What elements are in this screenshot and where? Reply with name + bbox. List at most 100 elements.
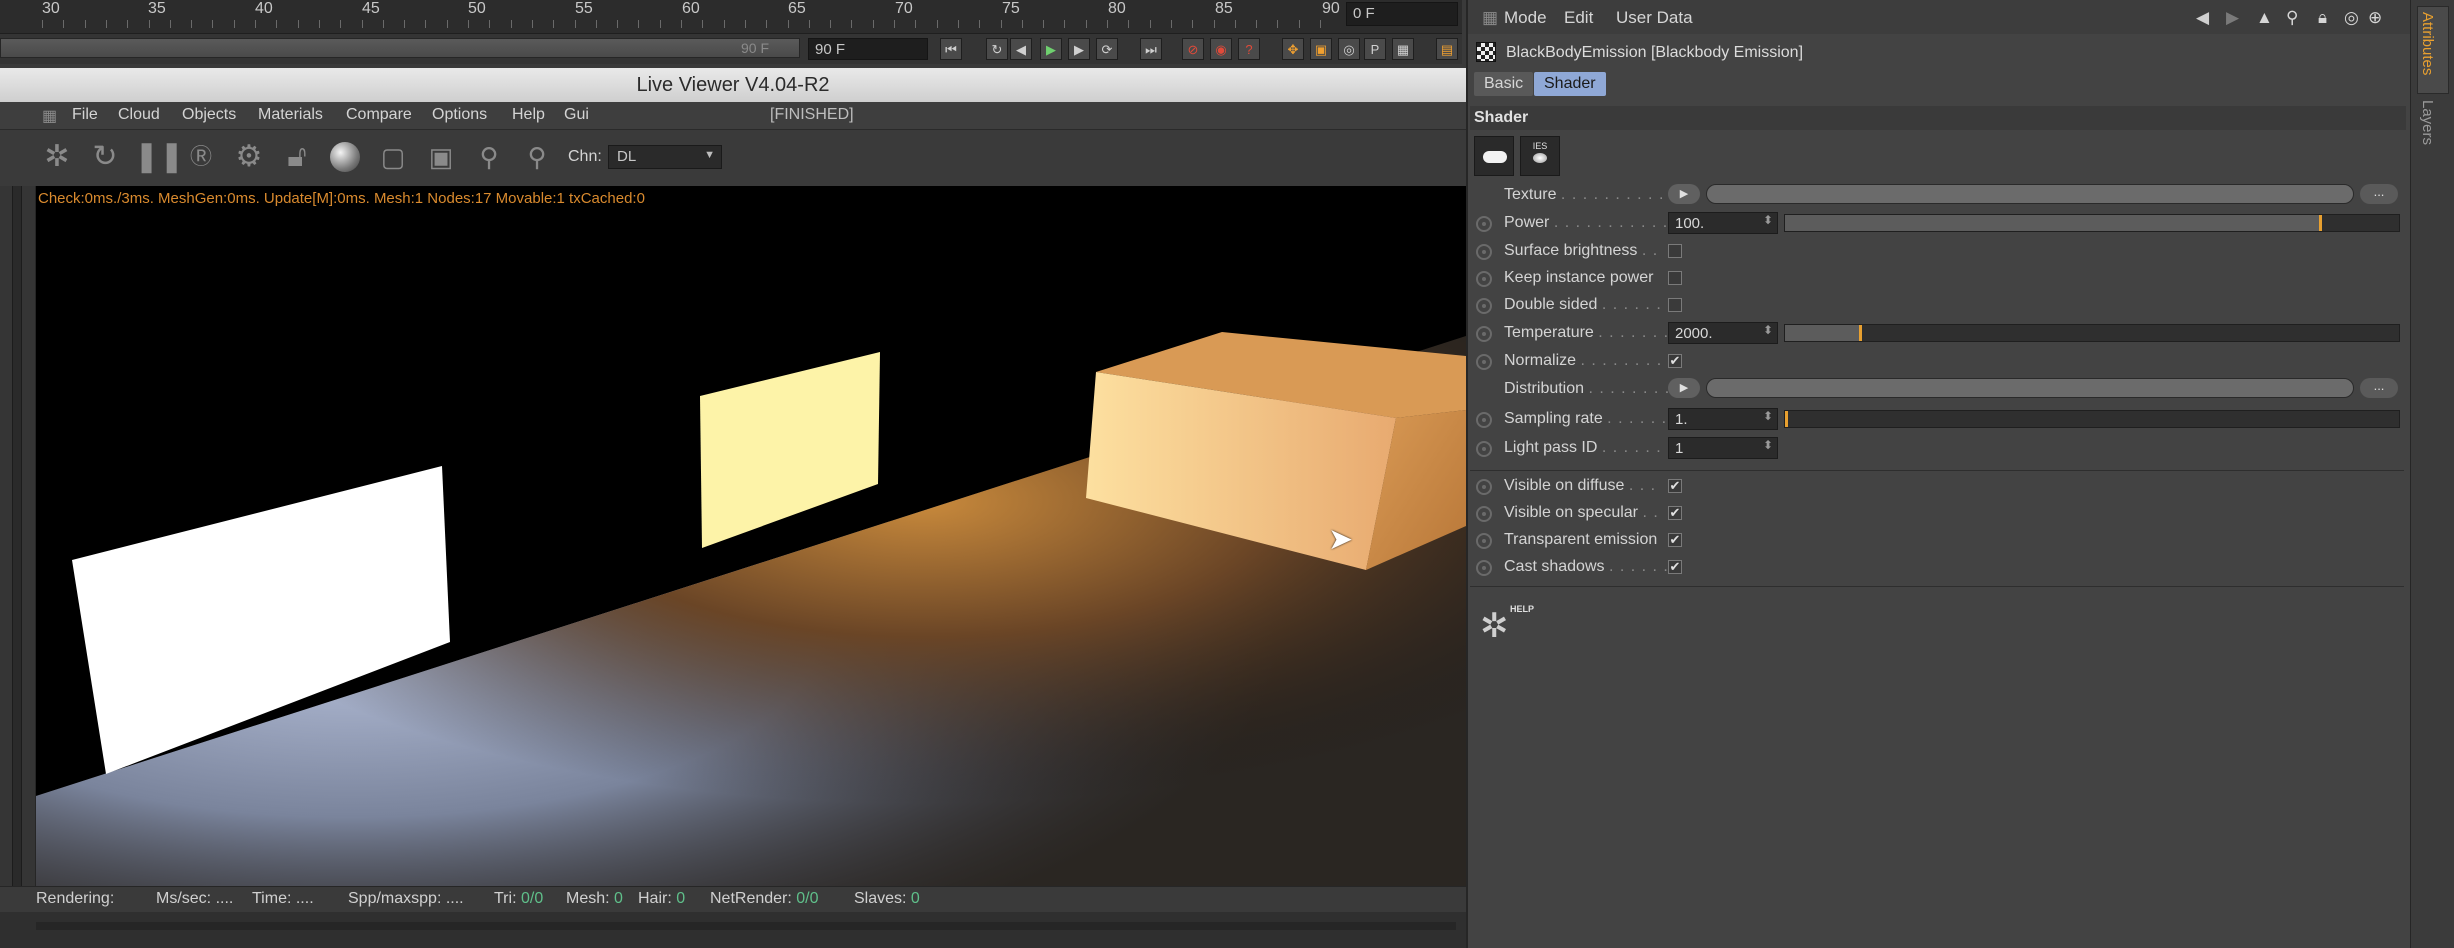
up-arrow-icon[interactable]: ▲ xyxy=(2256,8,2273,28)
keep-instance-power-anim-dot[interactable] xyxy=(1476,271,1492,287)
menu-mode[interactable]: Mode xyxy=(1504,8,1547,28)
menu-cloud[interactable]: Cloud xyxy=(118,106,160,124)
pick-focus-icon[interactable]: ⚲ xyxy=(470,138,508,176)
surface-brightness-anim-dot[interactable] xyxy=(1476,244,1492,260)
visible-diffuse-anim-dot[interactable] xyxy=(1476,479,1492,495)
render-viewport[interactable]: ➤ xyxy=(36,186,1466,886)
lock-icon[interactable]: 🔒︎ xyxy=(2318,8,2327,28)
grip-icon[interactable]: ▦ xyxy=(42,106,57,126)
param-key-icon[interactable]: P xyxy=(1364,38,1386,60)
transparent-emission-checkbox[interactable]: ✔ xyxy=(1668,533,1682,547)
ies-preview-icon[interactable]: IES xyxy=(1520,136,1560,176)
material-sphere-icon[interactable] xyxy=(326,138,364,176)
temperature-anim-dot[interactable] xyxy=(1476,326,1492,342)
normalize-anim-dot[interactable] xyxy=(1476,354,1492,370)
transparent-emission-anim-dot[interactable] xyxy=(1476,533,1492,549)
menu-user-data[interactable]: User Data xyxy=(1616,8,1693,28)
scale-key-icon[interactable]: ▣ xyxy=(1310,38,1332,60)
distribution-link-field[interactable] xyxy=(1706,378,2354,398)
double-sided-checkbox[interactable] xyxy=(1668,298,1682,312)
vertical-scrollbar[interactable] xyxy=(12,170,22,892)
tick-mark xyxy=(318,20,320,28)
record-icon[interactable]: ⊘ xyxy=(1182,38,1204,60)
tick-mark xyxy=(1234,20,1236,28)
menu-gui[interactable]: Gui xyxy=(564,106,589,124)
distribution-arrow-button[interactable]: ▶ xyxy=(1668,378,1700,398)
film-icon[interactable]: ▤ xyxy=(1436,38,1458,60)
next-frame-icon[interactable]: ▶ xyxy=(1068,38,1090,60)
region-render-icon[interactable]: Ⓡ xyxy=(182,138,220,176)
tab-basic[interactable]: Basic xyxy=(1474,72,1534,96)
redo-icon[interactable]: ⟳ xyxy=(1096,38,1118,60)
menu-edit[interactable]: Edit xyxy=(1564,8,1593,28)
light-pass-id-field[interactable]: 1 ⬍ xyxy=(1668,437,1778,459)
side-tab-attributes[interactable]: Attributes xyxy=(2419,12,2436,75)
go-end-icon[interactable]: ⏭ xyxy=(1140,38,1162,60)
grip-icon[interactable]: ▦ xyxy=(1482,8,1498,28)
pause-icon[interactable]: ❚❚ xyxy=(134,138,184,176)
texture-link-field[interactable] xyxy=(1706,184,2354,204)
tab-shader[interactable]: Shader xyxy=(1534,72,1606,96)
visible-diffuse-checkbox[interactable]: ✔ xyxy=(1668,479,1682,493)
film-region-icon[interactable]: ▣ xyxy=(422,138,460,176)
channel-select[interactable]: DL ▼ xyxy=(608,145,722,169)
keep-instance-power-checkbox[interactable] xyxy=(1668,271,1682,285)
temperature-field[interactable]: 2000. ⬍ xyxy=(1668,322,1778,344)
lock-icon[interactable]: 🔓︎ xyxy=(278,138,316,176)
light-pass-anim-dot[interactable] xyxy=(1476,441,1492,457)
texture-arrow-button[interactable]: ▶ xyxy=(1668,184,1700,204)
power-field[interactable]: 100. ⬍ xyxy=(1668,212,1778,234)
sampling-rate-slider[interactable] xyxy=(1784,410,2400,428)
emission-preview-icon[interactable] xyxy=(1474,136,1514,176)
target-icon[interactable]: ◎ xyxy=(2344,8,2359,28)
end-frame-field[interactable]: 90 F xyxy=(808,38,928,60)
search-icon[interactable]: ⚲ xyxy=(2286,8,2298,28)
cast-shadows-checkbox[interactable]: ✔ xyxy=(1668,560,1682,574)
menu-objects[interactable]: Objects xyxy=(182,106,236,124)
move-key-icon[interactable]: ✥ xyxy=(1282,38,1304,60)
new-panel-icon[interactable]: ⊕ xyxy=(2368,8,2382,28)
prev-frame-icon[interactable]: ◀ xyxy=(1010,38,1032,60)
menu-options[interactable]: Options xyxy=(432,106,487,124)
octane-logo-icon[interactable]: ✲ xyxy=(38,138,76,176)
sampling-rate-anim-dot[interactable] xyxy=(1476,412,1492,428)
visible-specular-checkbox[interactable]: ✔ xyxy=(1668,506,1682,520)
settings-gear-icon[interactable]: ⚙ xyxy=(230,138,268,176)
power-slider[interactable] xyxy=(1784,214,2400,232)
menu-file[interactable]: File xyxy=(72,106,98,124)
region-icon[interactable]: ▢ xyxy=(374,138,412,176)
temperature-slider[interactable] xyxy=(1784,324,2400,342)
cast-shadows-anim-dot[interactable] xyxy=(1476,560,1492,576)
menu-help[interactable]: Help xyxy=(512,106,545,124)
side-tab-layers[interactable]: Layers xyxy=(2419,100,2436,145)
play-icon[interactable]: ▶ xyxy=(1040,38,1062,60)
menu-compare[interactable]: Compare xyxy=(346,106,412,124)
distribution-more-button[interactable]: ... xyxy=(2360,378,2398,398)
current-frame-field[interactable]: 0 F xyxy=(1346,2,1458,26)
loop-icon[interactable]: ↻ xyxy=(986,38,1008,60)
texture-more-button[interactable]: ... xyxy=(2360,184,2398,204)
pick-material-icon[interactable]: ⚲ xyxy=(518,138,556,176)
keep-instance-power-label: Keep instance power xyxy=(1504,269,1654,286)
rotate-key-icon[interactable]: ◎ xyxy=(1338,38,1360,60)
tick-mark xyxy=(489,20,491,28)
double-sided-anim-dot[interactable] xyxy=(1476,298,1492,314)
forward-arrow-icon[interactable]: ▶ xyxy=(2226,8,2239,28)
timeline-ruler[interactable]: 30 35 40 45 50 55 60 65 70 75 80 85 90 0… xyxy=(0,0,1462,34)
keyframe-icon[interactable]: ? xyxy=(1238,38,1260,60)
power-anim-dot[interactable] xyxy=(1476,216,1492,232)
surface-brightness-checkbox[interactable] xyxy=(1668,244,1682,258)
menu-materials[interactable]: Materials xyxy=(258,106,323,124)
go-start-icon[interactable]: ⏮ xyxy=(940,38,962,60)
back-arrow-icon[interactable]: ◀ xyxy=(2196,8,2209,28)
tick-mark xyxy=(1128,20,1130,28)
frame-range-track[interactable]: 90 F xyxy=(0,38,800,58)
restart-icon[interactable]: ↻ xyxy=(86,138,124,176)
grid-key-icon[interactable]: ▦ xyxy=(1392,38,1414,60)
visible-specular-anim-dot[interactable] xyxy=(1476,506,1492,522)
horizontal-scrollbar[interactable] xyxy=(36,922,1456,930)
sampling-rate-field[interactable]: 1. ⬍ xyxy=(1668,408,1778,430)
tick-mark xyxy=(1277,20,1279,28)
autokey-icon[interactable]: ◉ xyxy=(1210,38,1232,60)
normalize-checkbox[interactable]: ✔ xyxy=(1668,354,1682,368)
